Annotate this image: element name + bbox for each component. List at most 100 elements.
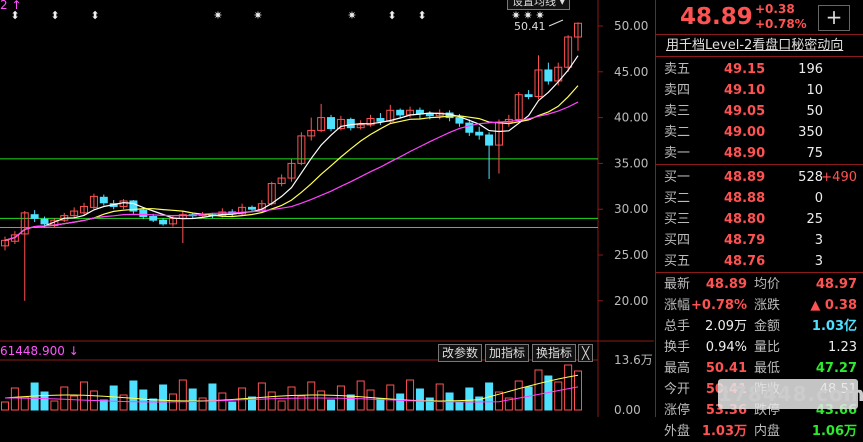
event-marker-icon: ⬍ [417, 9, 426, 22]
event-marker-icon: ⬍ [387, 9, 396, 22]
stat-label: 涨停 [664, 403, 691, 418]
bid-row[interactable]: 买四 48.79 3 [656, 230, 863, 251]
volume-bar [366, 389, 375, 411]
volume-bar [218, 392, 227, 411]
bid-row[interactable]: 买二 48.88 0 [656, 188, 863, 209]
ask-label: 卖四 [664, 83, 691, 98]
ask-row[interactable]: 卖五 49.15 196 [656, 59, 863, 80]
stat-value: 2.09万 [705, 319, 747, 334]
stat-label: 最新 [664, 277, 691, 292]
bid-price: 48.79 [724, 233, 766, 248]
swap-indicator-button[interactable]: 换指标 [532, 344, 577, 362]
bid-volume: 3 [814, 233, 823, 248]
volume-readout: 61448.900 ↓ [0, 344, 79, 358]
ask-row[interactable]: 卖四 49.10 10 [656, 80, 863, 101]
quote-header: 48.89 +0.38 +0.78% + [656, 0, 863, 35]
level2-promo-link[interactable]: 用千档Level-2看盘口秘密动向 [656, 35, 863, 57]
ask-volume: 350 [798, 125, 823, 140]
stat-value: 0.94% [705, 340, 747, 355]
bid-row[interactable]: 买三 48.80 25 [656, 209, 863, 230]
volume-bar [1, 401, 9, 411]
volume-bar [425, 397, 434, 411]
bid-book: 买一 48.89 528 +490 买二 48.88 0 买三 48.80 25 买四 48.79 3 买… [656, 164, 863, 272]
y-tick-label: 25.00 [614, 248, 648, 262]
stats-row: 涨幅 +0.78% 涨跌 ▲ 0.38 [656, 295, 863, 316]
candle-body [485, 134, 494, 146]
volume-bar [139, 389, 148, 411]
event-marker-icon: ✷ [535, 9, 544, 22]
bid-price: 48.88 [724, 191, 766, 206]
stats-row: 换手 0.94% 量比 1.23 [656, 337, 863, 358]
last-price: 48.89 [680, 4, 753, 30]
volume-bar [465, 387, 474, 411]
add-indicator-button[interactable]: 加指标 [485, 344, 530, 362]
volume-bar [80, 381, 89, 411]
volume-bar [198, 397, 207, 411]
volume-bar [20, 396, 29, 411]
kline-chart-area[interactable]: 50.00 45.00 40.00 35.00 30.00 25.00 20.00 50.41… [0, 0, 654, 417]
ask-label: 卖一 [664, 146, 691, 161]
bid-label: 买二 [664, 191, 691, 206]
event-marker-icon: ✷ [523, 9, 532, 22]
bid-row[interactable]: 买五 48.76 3 [656, 251, 863, 272]
change-percent: +0.78% [755, 17, 807, 31]
ask-price: 49.05 [724, 104, 766, 119]
close-indicator-button[interactable]: ╳ [578, 344, 594, 362]
y-tick-label: 40.00 [614, 111, 648, 125]
volume-bar [208, 383, 217, 411]
candle-body [396, 109, 405, 116]
volume-bar [178, 379, 187, 411]
stat-label: 涨幅 [664, 298, 691, 313]
volume-bar [267, 391, 276, 411]
volume-bar [564, 364, 573, 411]
volume-tick-label: 0.00 [614, 403, 641, 417]
stat-value: 47.27 [815, 361, 857, 376]
dropdown-icon: ▾ [559, 0, 566, 8]
volume-bar [277, 400, 286, 411]
ask-price: 49.00 [724, 125, 766, 140]
change-params-button[interactable]: 改参数 [438, 344, 483, 362]
volume-bar [149, 398, 158, 411]
ask-row[interactable]: 卖二 49.00 350 [656, 122, 863, 143]
stat-value: +0.78% [691, 298, 747, 313]
volume-bar [109, 385, 118, 411]
set-ma-button[interactable]: 设置均线 ▾ [507, 0, 571, 10]
volume-bar [376, 398, 385, 411]
ask-price: 49.15 [724, 62, 766, 77]
stat-label: 均价 [754, 277, 781, 292]
candle-body [327, 117, 336, 130]
quote-panel: 48.89 +0.38 +0.78% + 用千档Level-2看盘口秘密动向 卖… [655, 0, 863, 439]
ma5-line [4, 55, 579, 241]
ask-row[interactable]: 卖三 49.05 50 [656, 101, 863, 122]
bid-volume: 528 [798, 170, 823, 185]
add-watchlist-button[interactable]: + [818, 5, 850, 31]
candle-body [247, 206, 256, 210]
volume-bar [60, 386, 69, 411]
stat-label: 内盘 [754, 424, 781, 439]
volume-bar [554, 381, 563, 411]
event-marker-icon: ✷ [511, 9, 520, 22]
bid-price: 48.89 [724, 170, 766, 185]
volume-bar [159, 384, 168, 411]
event-marker-icon: ✷ [213, 9, 222, 22]
y-tick-label: 35.00 [614, 156, 648, 170]
ask-volume: 196 [798, 62, 823, 77]
candle-body [376, 118, 385, 122]
volume-bar [386, 384, 395, 411]
volume-bar [307, 381, 316, 411]
price-change: +0.38 +0.78% [755, 2, 807, 32]
stats-row: 最新 48.89 均价 48.97 [656, 274, 863, 295]
ask-row[interactable]: 卖一 48.90 75 [656, 143, 863, 164]
event-marker-icon: ✷ [347, 9, 356, 22]
bid-row[interactable]: 买一 48.89 528 +490 [656, 167, 863, 188]
volume-bar [40, 391, 49, 411]
bid-price: 48.80 [724, 212, 766, 227]
stat-label: 总手 [664, 319, 691, 334]
bid-label: 买四 [664, 233, 691, 248]
volume-bar [188, 388, 197, 411]
ask-price: 48.90 [724, 146, 766, 161]
candle-body [475, 131, 484, 136]
volume-tick-label: 13.6万 [614, 353, 653, 367]
bid-label: 买三 [664, 212, 691, 227]
stat-value: 48.97 [815, 277, 857, 292]
